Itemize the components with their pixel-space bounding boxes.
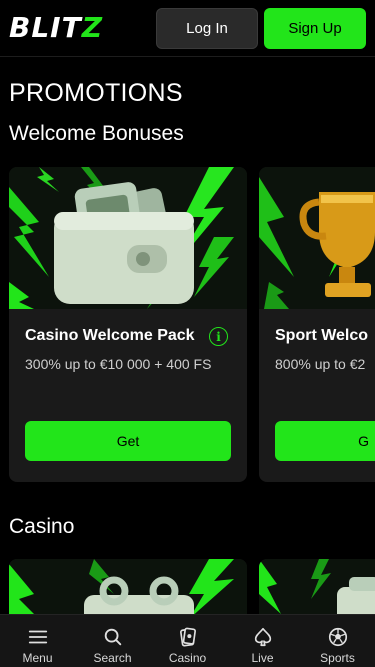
promo-card-casino-welcome[interactable]: Casino Welcome Pack i 300% up to €10 000… xyxy=(9,167,247,482)
promo-card-subtitle: 800% up to €2 xyxy=(275,356,366,372)
signup-button[interactable]: Sign Up xyxy=(264,8,366,49)
bottom-nav: Menu Search Casino Live Sports xyxy=(0,614,375,667)
blitz-logo[interactable]: BLITZ xyxy=(9,13,103,43)
login-button[interactable]: Log In xyxy=(156,8,258,49)
nav-item-search[interactable]: Search xyxy=(75,615,150,667)
nav-label: Menu xyxy=(22,651,53,665)
page-title: PROMOTIONS xyxy=(9,79,183,107)
trophy-icon xyxy=(259,167,375,309)
nav-label: Search xyxy=(93,651,132,665)
section-title-casino: Casino xyxy=(9,515,75,538)
nav-label: Sports xyxy=(320,651,355,665)
cards-icon xyxy=(179,627,196,647)
promo-card-subtitle: 300% up to €10 000 + 400 FS xyxy=(25,356,212,372)
nav-item-menu[interactable]: Menu xyxy=(0,615,75,667)
search-icon xyxy=(104,628,121,646)
nav-label: Casino xyxy=(168,651,207,665)
section-title-welcome-bonuses: Welcome Bonuses xyxy=(9,122,184,145)
nav-label: Live xyxy=(251,651,274,665)
calendar-icon xyxy=(9,559,247,619)
get-button[interactable]: G xyxy=(275,421,375,461)
info-icon[interactable]: i xyxy=(209,327,228,346)
soccer-ball-icon xyxy=(328,627,347,647)
nav-item-casino[interactable]: Casino xyxy=(150,615,225,667)
casino-promo-card[interactable] xyxy=(259,559,375,619)
promo-card-title: Sport Welco xyxy=(275,327,369,344)
nav-item-sports[interactable]: Sports xyxy=(300,615,375,667)
promo-image-icon xyxy=(259,559,375,619)
promo-card-title: Casino Welcome Pack xyxy=(25,327,195,344)
casino-promo-card[interactable] xyxy=(9,559,247,619)
nav-item-live[interactable]: Live xyxy=(225,615,300,667)
wallet-icon xyxy=(9,167,247,309)
header: BLITZ Log In Sign Up xyxy=(0,0,375,57)
get-button[interactable]: Get xyxy=(25,421,231,461)
promo-card-sport-welcome[interactable]: Sport Welco 800% up to €2 G xyxy=(259,167,375,482)
spade-icon xyxy=(254,627,271,647)
menu-icon xyxy=(28,630,47,644)
